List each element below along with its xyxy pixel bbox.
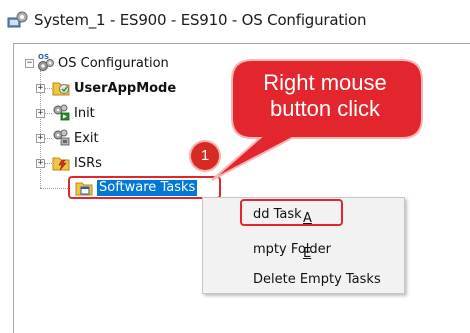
isrs-icon xyxy=(52,157,70,171)
tree-item-init[interactable]: Init xyxy=(74,106,95,121)
tree-item-exit[interactable]: Exit xyxy=(74,131,99,146)
tree-expand-toggle[interactable]: + xyxy=(36,159,45,168)
tree-expand-toggle[interactable]: + xyxy=(36,134,45,143)
menu-item-delete-empty-tasks[interactable]: Delete Empty Tasks xyxy=(203,268,404,292)
exit-icon xyxy=(53,129,70,146)
system-config-icon xyxy=(7,11,28,28)
menu-label: mpty Folder xyxy=(253,242,332,257)
tree-expand-toggle[interactable]: + xyxy=(36,109,45,118)
callout-line-2: button click xyxy=(269,96,381,121)
tree-connector xyxy=(40,188,70,189)
tree-item-userappmode[interactable]: UserAppMode xyxy=(74,81,176,96)
menu-label: Delete Empty Tasks xyxy=(253,272,381,287)
tree-item-isrs[interactable]: ISRs xyxy=(74,156,102,171)
add-task-highlight-box xyxy=(240,199,343,226)
os-config-icon: OS xyxy=(38,53,54,71)
tree-item-os-configuration[interactable]: OS Configuration xyxy=(58,56,169,71)
callout-line-1: Right mouse xyxy=(263,70,387,95)
menu-item-empty-folder[interactable]: Empty Folder xyxy=(203,238,404,262)
tree-expand-toggle[interactable]: + xyxy=(36,84,45,93)
callout-text: Right mouse button click xyxy=(236,70,414,122)
software-tasks-highlight-box xyxy=(68,176,221,199)
init-icon xyxy=(53,104,70,121)
window-title: System_1 - ES900 - ES910 - OS Configurat… xyxy=(34,11,367,29)
tree-collapse-toggle[interactable]: − xyxy=(25,59,34,68)
menu-accel: E xyxy=(303,246,312,261)
user-app-mode-icon xyxy=(52,82,70,96)
title-bar: System_1 - ES900 - ES910 - OS Configurat… xyxy=(0,0,470,40)
step-1-badge: 1 xyxy=(191,142,219,170)
svg-text:OS: OS xyxy=(38,53,49,61)
